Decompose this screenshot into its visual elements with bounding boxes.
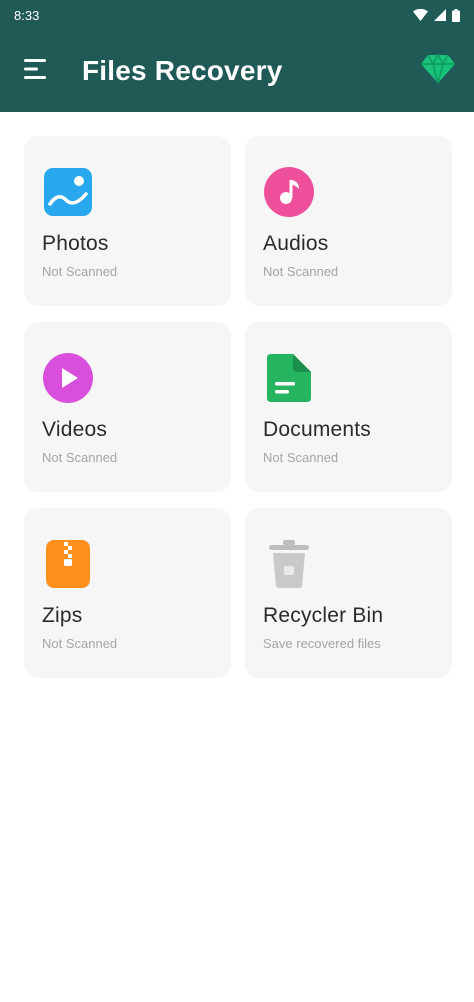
zip-icon — [42, 538, 94, 590]
audios-card[interactable]: Audios Not Scanned — [245, 136, 452, 306]
trash-icon — [263, 538, 315, 590]
card-label: Videos — [42, 418, 108, 441]
recycler-bin-card[interactable]: Recycler Bin Save recovered files — [245, 508, 452, 678]
document-icon — [263, 352, 315, 404]
card-label: Documents — [263, 418, 372, 441]
status-time: 8:33 — [14, 7, 40, 23]
card-label: Audios — [263, 232, 329, 255]
card-label: Recycler Bin — [263, 604, 384, 627]
app-title: Files Recovery — [82, 55, 283, 86]
photo-icon — [42, 166, 94, 218]
photos-card[interactable]: Photos Not Scanned — [24, 136, 231, 306]
category-grid: Photos Not Scanned Audios Not Scanned Vi… — [24, 136, 452, 678]
zips-card[interactable]: Zips Not Scanned — [24, 508, 231, 678]
diamond-icon — [420, 52, 456, 89]
premium-button[interactable] — [418, 51, 458, 91]
card-status: Not Scanned — [42, 264, 118, 279]
card-status: Not Scanned — [263, 264, 339, 279]
battery-icon — [452, 8, 460, 22]
music-icon — [263, 166, 315, 218]
card-label: Photos — [42, 232, 109, 255]
videos-card[interactable]: Videos Not Scanned — [24, 322, 231, 492]
menu-button[interactable] — [24, 53, 60, 89]
play-icon — [42, 352, 94, 404]
card-status: Not Scanned — [263, 450, 339, 465]
card-status: Save recovered files — [263, 636, 381, 651]
status-bar: 8:33 — [0, 0, 474, 30]
card-status: Not Scanned — [42, 450, 118, 465]
menu-icon — [24, 58, 50, 85]
wifi-icon — [413, 9, 428, 21]
status-icons — [413, 8, 460, 22]
card-status: Not Scanned — [42, 636, 118, 651]
app-bar: Files Recovery — [0, 30, 474, 112]
signal-icon — [434, 9, 446, 21]
card-label: Zips — [42, 604, 83, 627]
documents-card[interactable]: Documents Not Scanned — [245, 322, 452, 492]
